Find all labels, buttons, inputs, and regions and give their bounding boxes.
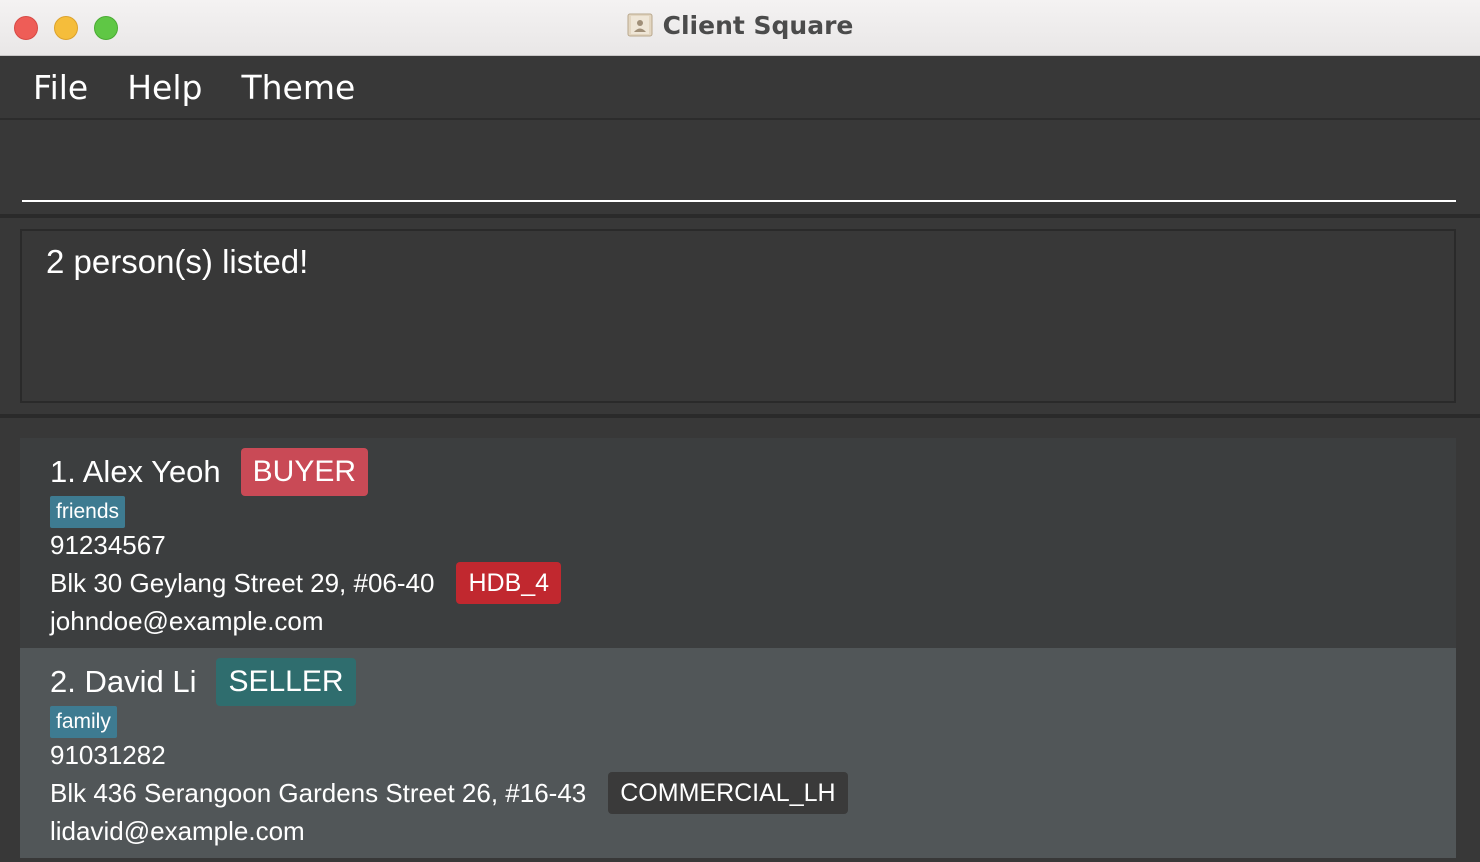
contacts-app-icon xyxy=(627,13,653,37)
person-name: 2. David Li xyxy=(50,664,197,699)
window-title-text: Client Square xyxy=(662,10,854,40)
tag-list: family xyxy=(50,706,117,738)
person-name: 1. Alex Yeoh xyxy=(50,454,221,489)
menu-file[interactable]: File xyxy=(33,71,88,104)
person-list-panel: 1. Alex Yeoh BUYER friends 91234567 Blk … xyxy=(0,418,1480,862)
person-list[interactable]: 1. Alex Yeoh BUYER friends 91234567 Blk … xyxy=(20,438,1456,858)
person-address: Blk 436 Serangoon Gardens Street 26, #16… xyxy=(50,777,587,808)
command-box xyxy=(0,120,1480,214)
property-type-badge: HDB_4 xyxy=(456,562,562,604)
window-title: Client Square xyxy=(0,0,1480,50)
menu-theme[interactable]: Theme xyxy=(241,71,355,104)
property-type-badge: COMMERCIAL_LH xyxy=(608,772,848,814)
person-card[interactable]: 1. Alex Yeoh BUYER friends 91234567 Blk … xyxy=(20,438,1456,648)
person-address: Blk 30 Geylang Street 29, #06-40 xyxy=(50,567,435,598)
result-display: 2 person(s) listed! xyxy=(0,218,1480,414)
person-phone: 91234567 xyxy=(50,530,166,560)
address-row: Blk 30 Geylang Street 29, #06-40 HDB_4 xyxy=(50,562,562,604)
person-card[interactable]: 2. David Li SELLER family 91031282 Blk 4… xyxy=(20,648,1456,858)
person-email: lidavid@example.com xyxy=(50,816,305,846)
tag-label: friends xyxy=(50,496,126,528)
menu-bar: File Help Theme xyxy=(0,56,1480,120)
menu-help[interactable]: Help xyxy=(127,71,202,104)
tag-list: friends xyxy=(50,496,126,528)
person-header: 1. Alex Yeoh BUYER xyxy=(50,448,369,496)
person-email: johndoe@example.com xyxy=(50,606,324,636)
person-phone: 91031282 xyxy=(50,740,166,770)
role-badge: BUYER xyxy=(240,448,369,496)
title-bar[interactable]: Client Square xyxy=(0,0,1480,56)
person-header: 2. David Li SELLER xyxy=(50,658,356,706)
result-message: 2 person(s) listed! xyxy=(46,243,309,280)
role-badge: SELLER xyxy=(216,658,356,706)
command-input[interactable] xyxy=(22,138,1456,202)
app-window: Client Square File Help Theme 2 person(s… xyxy=(0,0,1480,862)
address-row: Blk 436 Serangoon Gardens Street 26, #16… xyxy=(50,772,848,814)
tag-label: family xyxy=(50,706,117,738)
result-box: 2 person(s) listed! xyxy=(20,229,1456,403)
